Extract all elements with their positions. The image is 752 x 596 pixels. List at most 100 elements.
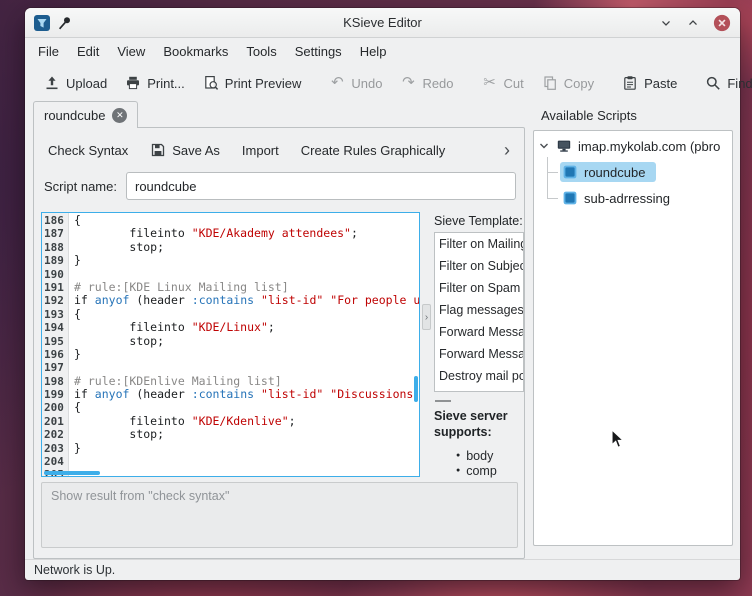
code-token: ( <box>129 294 143 307</box>
code-token: anyof <box>95 388 130 401</box>
vertical-scrollbar[interactable] <box>414 376 418 402</box>
save-as-button[interactable]: Save As <box>140 137 230 163</box>
template-item[interactable]: Forward Message <box>435 321 523 343</box>
code-token: } <box>74 348 81 361</box>
status-text: Network is Up. <box>34 563 115 577</box>
upload-button[interactable]: Upload <box>35 70 116 96</box>
menu-file[interactable]: File <box>29 41 68 62</box>
expander-icon[interactable] <box>538 140 550 152</box>
code-token: "list-id" <box>261 388 323 401</box>
code-line: fileinto "KDE/Akademy attendees"; <box>74 227 419 240</box>
window-title: KSieve Editor <box>25 15 740 30</box>
maximize-icon[interactable] <box>686 16 700 30</box>
code-token: :contains <box>192 294 254 307</box>
code-token: header <box>143 294 185 307</box>
redo-icon: ↷ <box>400 75 416 91</box>
print-button[interactable]: Print... <box>116 70 194 96</box>
find-button[interactable]: Find... <box>696 70 752 96</box>
code-token <box>185 294 192 307</box>
print-preview-button[interactable]: Print Preview <box>194 70 311 96</box>
script-name-input[interactable] <box>126 172 516 200</box>
line-number: 187 <box>42 227 68 240</box>
code-token: "KDE/Linux" <box>192 321 268 334</box>
line-number: 202 <box>42 428 68 441</box>
menu-edit[interactable]: Edit <box>68 41 108 62</box>
script-icon <box>562 190 578 206</box>
line-number: 189 <box>42 254 68 267</box>
close-icon[interactable] <box>713 14 731 32</box>
toolbar-button-label: Copy <box>564 76 594 91</box>
menu-settings[interactable]: Settings <box>286 41 351 62</box>
capability-label: body <box>466 449 493 463</box>
code-line: { <box>74 308 419 321</box>
menu-help[interactable]: Help <box>351 41 396 62</box>
code-lines[interactable]: { fileinto "KDE/Akademy attendees"; stop… <box>69 214 419 477</box>
scripts-tree: imap.mykolab.com (pbro roundcube sub-adr… <box>533 130 733 546</box>
template-item[interactable]: Flag messages <box>435 299 523 321</box>
undo-icon: ↶ <box>329 75 345 91</box>
code-token <box>254 294 261 307</box>
tab-roundcube[interactable]: roundcube ✕ <box>33 101 138 128</box>
code-token <box>74 428 129 441</box>
line-number: 194 <box>42 321 68 334</box>
tab-bar: roundcube ✕ <box>33 101 138 128</box>
code-line: # rule:[KDE Linux Mailing list] <box>74 281 419 294</box>
code-token <box>74 321 129 334</box>
server-capability: ●comp <box>434 463 524 478</box>
code-token: } <box>74 254 81 267</box>
create-rules-button[interactable]: Create Rules Graphically <box>291 138 456 163</box>
tree-branch-line <box>547 172 558 173</box>
template-item[interactable]: Filter on Subject <box>435 255 523 277</box>
toolbar-button-label: Print Preview <box>225 76 302 91</box>
code-token: { <box>74 308 81 321</box>
template-item[interactable]: Destroy mail posted <box>435 365 523 387</box>
line-number: 198 <box>42 375 68 388</box>
code-editor[interactable]: 1861871881891901911921931941951961971981… <box>41 212 420 477</box>
line-number: 190 <box>42 268 68 281</box>
check-syntax-button[interactable]: Check Syntax <box>38 138 138 163</box>
template-item[interactable]: Forward Message <box>435 343 523 365</box>
tree-item-roundcube[interactable]: roundcube <box>560 161 656 183</box>
line-number: 193 <box>42 308 68 321</box>
actions-overflow-button[interactable]: › <box>496 136 518 164</box>
syntax-result-box: Show result from "check syntax" <box>41 482 518 548</box>
line-number: 192 <box>42 294 68 307</box>
template-item[interactable]: Filter on Mailing List <box>435 233 523 255</box>
horizontal-scrollbar[interactable] <box>44 471 100 475</box>
line-number: 186 <box>42 214 68 227</box>
splitter-handle[interactable]: › <box>422 304 431 330</box>
template-splitter-handle[interactable] <box>435 400 451 402</box>
menubar: FileEditViewBookmarksToolsSettingsHelp <box>25 38 740 64</box>
menu-view[interactable]: View <box>108 41 154 62</box>
titlebar[interactable]: KSieve Editor <box>25 8 740 38</box>
code-line: fileinto "KDE/Linux"; <box>74 321 419 334</box>
paste-button[interactable]: Paste <box>613 70 686 96</box>
code-token: "KDE/Akademy attendees" <box>192 227 351 240</box>
toolbar: UploadPrint...Print Preview↶Undo↷Redo✂Cu… <box>25 64 740 102</box>
selected-row-highlight: roundcube <box>560 162 656 182</box>
code-token: header <box>143 388 185 401</box>
minimize-icon[interactable] <box>659 16 673 30</box>
pin-icon[interactable] <box>57 15 73 31</box>
sieve-template-list: Filter on Mailing ListFilter on SubjectF… <box>434 232 524 392</box>
line-number: 197 <box>42 361 68 374</box>
result-placeholder: Show result from "check syntax" <box>51 489 229 503</box>
tab-close-icon[interactable]: ✕ <box>112 108 127 123</box>
import-button[interactable]: Import <box>232 138 289 163</box>
code-line: fileinto "KDE/Kdenlive"; <box>74 415 419 428</box>
template-item[interactable]: Filter on Spam <box>435 277 523 299</box>
tree-item-sub-adrressing[interactable]: sub-adrressing <box>562 187 670 209</box>
menu-tools[interactable]: Tools <box>237 41 285 62</box>
window-controls <box>659 14 731 32</box>
line-number: 199 <box>42 388 68 401</box>
tree-item-server[interactable]: imap.mykolab.com (pbro <box>538 135 720 157</box>
code-token: # rule:[KDEnlive Mailing list] <box>74 375 282 388</box>
script-name-label: Script name: <box>44 179 117 194</box>
server-supports-title: Sieve server supports: <box>434 408 524 440</box>
sieve-template-label: Sieve Template: <box>434 214 523 228</box>
code-token: "list-id" <box>261 294 323 307</box>
code-token: "For people using <box>330 294 419 307</box>
script-label: roundcube <box>584 165 645 180</box>
menu-bookmarks[interactable]: Bookmarks <box>154 41 237 62</box>
app-icon <box>34 15 50 31</box>
